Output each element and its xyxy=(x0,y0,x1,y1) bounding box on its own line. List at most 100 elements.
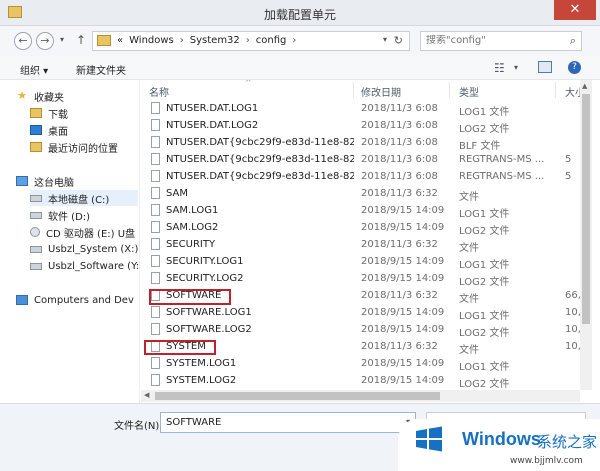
file-row[interactable]: NTUSER.DAT{9cbc29f9-e83d-11e8-82... 2018/… xyxy=(141,168,581,185)
back-button[interactable]: ← xyxy=(14,32,32,50)
nav-drive-d[interactable]: 软件 (D:) xyxy=(30,207,138,223)
file-row[interactable]: NTUSER.DAT.LOG1 2018/11/3 6:08 LOG1 文件 xyxy=(141,100,581,118)
nav-drive-y[interactable]: Usbzl_Software (Y: xyxy=(30,258,138,274)
nav-label: 下载 xyxy=(48,109,68,121)
up-button[interactable]: ↑ xyxy=(76,33,86,47)
search-icon[interactable]: ⌕ xyxy=(570,34,576,48)
nav-drive-c[interactable]: 本地磁盘 (C:) xyxy=(30,190,138,206)
nav-downloads[interactable]: 下载 xyxy=(30,105,138,121)
help-icon[interactable]: ? xyxy=(568,61,581,74)
address-dropdown-icon[interactable]: ▾ xyxy=(383,35,387,44)
breadcrumb-windows[interactable]: Windows xyxy=(129,35,174,46)
file-row[interactable]: SYSTEM.LOG1 2018/9/15 14:09 LOG1 文件 xyxy=(141,355,581,373)
nav-drive-x[interactable]: Usbzl_System (X:) xyxy=(30,241,138,257)
close-button[interactable]: ✕ xyxy=(554,0,596,20)
file-row[interactable]: SAM 2018/11/3 6:32 文件 xyxy=(141,185,581,203)
breadcrumb-separator[interactable]: › xyxy=(292,35,296,46)
file-type: REGTRANS-MS ... xyxy=(459,171,545,182)
file-icon xyxy=(151,204,160,216)
breadcrumb-config[interactable]: config xyxy=(256,35,287,46)
file-row[interactable]: SYSTEM.LOG2 2018/9/15 14:09 LOG2 文件 xyxy=(141,372,581,390)
breadcrumb-separator[interactable]: › xyxy=(180,35,184,46)
search-input[interactable] xyxy=(426,35,556,46)
preview-pane-icon[interactable] xyxy=(538,61,552,73)
file-row[interactable]: NTUSER.DAT{9cbc29f9-e83d-11e8-82... 2018/… xyxy=(141,134,581,152)
breadcrumb-prefix[interactable]: « xyxy=(117,35,123,46)
nav-favorites[interactable]: ★ 收藏夹 xyxy=(16,88,138,104)
nav-label: 最近访问的位置 xyxy=(48,143,118,155)
search-box[interactable]: ⌕ xyxy=(420,31,582,51)
file-row[interactable]: SECURITY.LOG2 2018/9/15 14:09 LOG2 文件 xyxy=(141,270,581,288)
file-name: SYSTEM.LOG2 xyxy=(166,375,237,386)
file-name: SAM xyxy=(166,188,189,199)
horizontal-scroll-thumb[interactable] xyxy=(155,392,440,400)
file-type: LOG1 文件 xyxy=(459,311,510,322)
nav-label: 软件 (D:) xyxy=(48,211,91,223)
column-date[interactable]: 修改日期 xyxy=(361,84,401,99)
breadcrumb-separator[interactable]: › xyxy=(246,35,250,46)
nav-this-pc[interactable]: 这台电脑 xyxy=(16,173,138,189)
column-name[interactable]: 名称 xyxy=(149,84,169,99)
file-row[interactable]: NTUSER.DAT{9cbc29f9-e83d-11e8-82... 2018/… xyxy=(141,151,581,168)
file-type: 文件 xyxy=(459,345,479,356)
file-row[interactable]: SECURITY 2018/11/3 6:32 文件 xyxy=(141,236,581,254)
file-name: SECURITY.LOG1 xyxy=(166,256,244,267)
view-dropdown-icon[interactable]: ▾ xyxy=(514,63,518,72)
address-bar[interactable]: « Windows › System32 › config › ▾ ↻ xyxy=(92,31,410,51)
file-date: 2018/11/3 6:32 xyxy=(361,341,438,352)
usb-drive-icon xyxy=(30,262,42,270)
nav-recent-places[interactable]: 最近访问的位置 xyxy=(30,139,138,155)
file-type: LOG2 文件 xyxy=(459,328,510,339)
file-row[interactable]: SAM.LOG2 2018/9/15 14:09 LOG2 文件 xyxy=(141,219,581,237)
nav-desktop[interactable]: 桌面 xyxy=(30,122,138,138)
software-highlight-box xyxy=(149,289,231,305)
view-options-icon[interactable]: ☷ xyxy=(494,61,505,75)
file-name: NTUSER.DAT{9cbc29f9-e83d-11e8-82... xyxy=(166,171,354,182)
nav-label: 本地磁盘 (C:) xyxy=(48,194,110,206)
sort-arrow-icon: ^ xyxy=(245,80,252,87)
file-date: 2018/11/3 6:32 xyxy=(361,239,438,250)
scroll-up-icon[interactable]: ▲ xyxy=(582,82,587,90)
title-bar: 加载配置单元 ✕ xyxy=(0,0,600,26)
file-type: LOG2 文件 xyxy=(459,277,510,288)
file-date: 2018/9/15 14:09 xyxy=(361,358,445,369)
file-date: 2018/11/3 6:08 xyxy=(361,103,438,114)
filename-value: SOFTWARE xyxy=(166,417,222,428)
file-name: NTUSER.DAT{9cbc29f9-e83d-11e8-82... xyxy=(166,137,354,148)
vertical-scroll-thumb[interactable] xyxy=(582,94,590,324)
file-row[interactable]: SOFTWARE.LOG1 2018/9/15 14:09 LOG1 文件 10,2 xyxy=(141,304,587,322)
file-row[interactable]: NTUSER.DAT.LOG2 2018/11/3 6:08 LOG2 文件 xyxy=(141,117,581,135)
nav-label: 桌面 xyxy=(48,126,68,138)
file-row[interactable]: SAM.LOG1 2018/9/15 14:09 LOG1 文件 xyxy=(141,202,581,220)
column-divider[interactable] xyxy=(555,82,556,98)
horizontal-scrollbar[interactable]: ◀ xyxy=(141,390,580,402)
watermark-brand: Windows xyxy=(462,429,541,449)
new-folder-button[interactable]: 新建文件夹 xyxy=(76,62,126,77)
refresh-icon[interactable]: ↻ xyxy=(394,34,403,47)
column-type[interactable]: 类型 xyxy=(459,84,479,99)
file-date: 2018/9/15 14:09 xyxy=(361,324,445,335)
organize-menu[interactable]: 组织 ▾ xyxy=(20,62,48,77)
recent-locations-dropdown-icon[interactable]: ▾ xyxy=(60,35,64,44)
file-icon xyxy=(151,170,160,182)
breadcrumb-system32[interactable]: System32 xyxy=(190,35,240,46)
file-icon xyxy=(151,119,160,131)
filename-input[interactable]: SOFTWARE xyxy=(160,412,416,433)
vertical-scrollbar[interactable]: ▲ xyxy=(580,80,592,390)
nav-drive-e[interactable]: CD 驱动器 (E:) U盘 xyxy=(30,224,138,240)
column-divider[interactable] xyxy=(353,82,354,98)
file-date: 2018/11/3 6:08 xyxy=(361,120,438,131)
nav-network[interactable]: Computers and Dev xyxy=(16,292,138,308)
nav-label: CD 驱动器 (E:) U盘 xyxy=(46,228,136,240)
file-row[interactable]: SECURITY.LOG1 2018/9/15 14:09 LOG1 文件 xyxy=(141,253,581,271)
column-divider[interactable] xyxy=(449,82,450,98)
file-name: SOFTWARE.LOG2 xyxy=(166,324,252,335)
scroll-left-icon[interactable]: ◀ xyxy=(144,391,149,399)
file-row[interactable]: SOFTWARE.LOG2 2018/9/15 14:09 LOG2 文件 10,2 xyxy=(141,321,587,339)
nav-label: Usbzl_Software (Y: xyxy=(48,260,138,272)
file-icon xyxy=(151,221,160,233)
file-type: 文件 xyxy=(459,243,479,254)
file-type: REGTRANS-MS ... xyxy=(459,154,545,165)
file-type: LOG1 文件 xyxy=(459,362,510,373)
forward-button[interactable]: → xyxy=(36,32,54,50)
